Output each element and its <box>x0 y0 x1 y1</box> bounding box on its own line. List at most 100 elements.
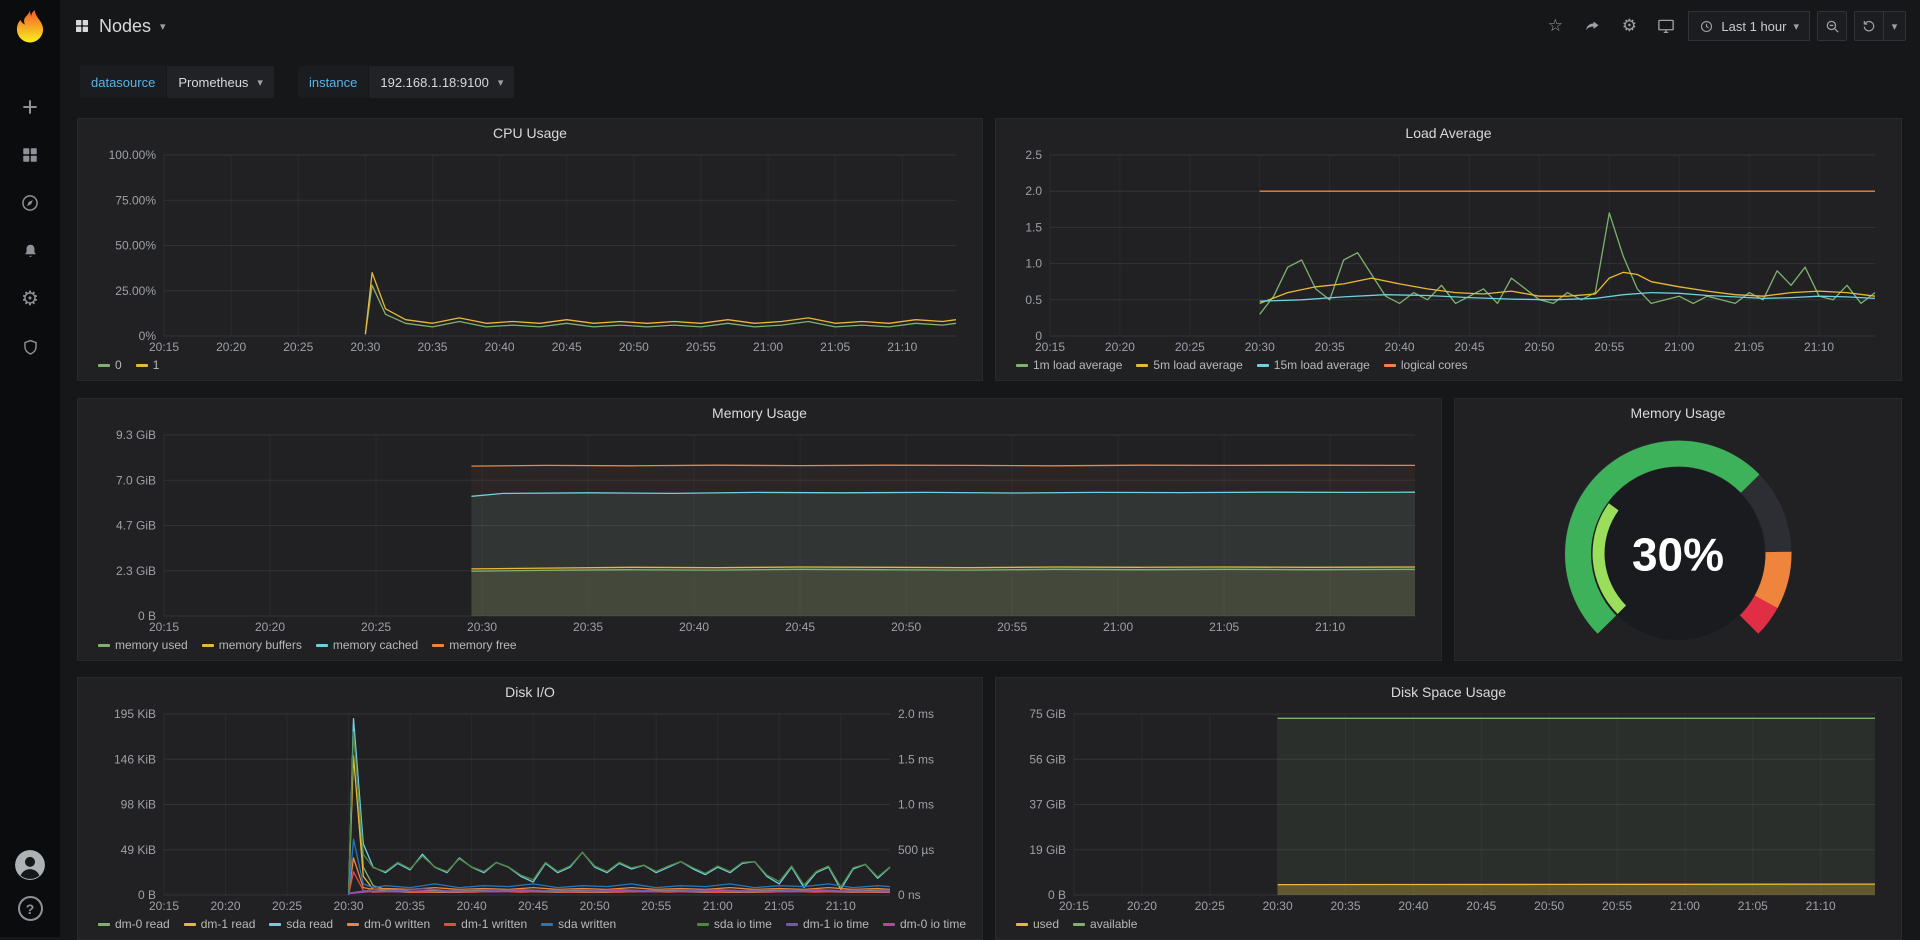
disk-io-chart[interactable]: 20:1520:2020:2520:3020:3520:4020:4520:50… <box>86 706 974 915</box>
svg-text:7.0 GiB: 7.0 GiB <box>116 473 156 487</box>
panel-title[interactable]: Disk I/O <box>86 678 974 706</box>
sidebar-item-dashboards[interactable] <box>19 144 41 166</box>
sidebar-item-alerting[interactable] <box>19 240 41 262</box>
refresh-interval-button[interactable]: ▾ <box>1884 11 1906 41</box>
variable-datasource-value[interactable]: Prometheus ▾ <box>167 66 274 98</box>
legend-item[interactable]: memory free <box>432 638 516 652</box>
legend-item[interactable]: sda written <box>541 917 616 931</box>
svg-text:21:10: 21:10 <box>887 340 917 354</box>
legend-series-label: available <box>1090 917 1137 931</box>
panel-title[interactable]: Memory Usage <box>86 399 1433 427</box>
variable-instance-value[interactable]: 192.168.1.18:9100 ▾ <box>369 66 514 98</box>
svg-text:20:25: 20:25 <box>1195 899 1225 913</box>
legend-item[interactable]: sda read <box>269 917 333 931</box>
sidebar-item-explore[interactable] <box>19 192 41 214</box>
svg-text:20:45: 20:45 <box>1454 340 1484 354</box>
legend-series-color <box>184 923 196 926</box>
disk-space-chart[interactable]: 20:1520:2020:2520:3020:3520:4020:4520:50… <box>1004 706 1893 915</box>
legend-item[interactable]: dm-1 io time <box>786 917 869 931</box>
star-button[interactable]: ☆ <box>1540 11 1570 41</box>
svg-text:19 GiB: 19 GiB <box>1029 843 1066 857</box>
grafana-flame-icon <box>11 8 49 46</box>
svg-text:1.0: 1.0 <box>1025 257 1042 271</box>
legend-item[interactable]: dm-1 written <box>444 917 527 931</box>
dashboard-settings-button[interactable]: ⚙ <box>1614 11 1644 41</box>
time-picker-button[interactable]: Last 1 hour ▾ <box>1688 11 1810 41</box>
legend-item[interactable]: used <box>1016 917 1059 931</box>
legend-item[interactable]: 5m load average <box>1136 358 1242 372</box>
legend-series-color <box>1257 364 1269 367</box>
svg-text:20:55: 20:55 <box>1594 340 1624 354</box>
svg-text:21:00: 21:00 <box>703 899 733 913</box>
legend-series-label: dm-0 written <box>364 917 430 931</box>
cycle-view-button[interactable] <box>1651 11 1681 41</box>
svg-text:20:55: 20:55 <box>997 620 1027 634</box>
svg-text:0.5: 0.5 <box>1025 293 1042 307</box>
sidebar-item-configuration[interactable]: ⚙ <box>19 288 41 310</box>
svg-text:20:45: 20:45 <box>552 340 582 354</box>
memory-usage-chart[interactable]: 20:1520:2020:2520:3020:3520:4020:4520:50… <box>86 427 1433 636</box>
svg-text:20:40: 20:40 <box>1385 340 1415 354</box>
svg-text:20:25: 20:25 <box>361 620 391 634</box>
dashboard-grid-icon <box>74 18 90 34</box>
cpu-usage-chart[interactable]: 20:1520:2020:2520:3020:3520:4020:4520:50… <box>86 147 974 356</box>
template-variables: datasource Prometheus ▾ instance 192.168… <box>80 66 514 98</box>
svg-text:20:40: 20:40 <box>457 899 487 913</box>
svg-text:500 µs: 500 µs <box>898 843 934 857</box>
svg-text:20:35: 20:35 <box>395 899 425 913</box>
variable-instance-label: instance <box>298 66 368 98</box>
share-icon <box>1584 18 1601 35</box>
panel-title[interactable]: Disk Space Usage <box>1004 678 1893 706</box>
legend-item[interactable]: dm-0 read <box>98 917 170 931</box>
legend-series-color <box>316 644 328 647</box>
sidebar-item-create[interactable] <box>19 96 41 118</box>
legend-series-color <box>98 644 110 647</box>
panel-title[interactable]: Memory Usage <box>1463 399 1893 427</box>
help-button[interactable]: ? <box>18 896 43 921</box>
legend-item[interactable]: 15m load average <box>1257 358 1370 372</box>
zoom-out-button[interactable] <box>1817 11 1847 41</box>
load-average-chart[interactable]: 20:1520:2020:2520:3020:3520:4020:4520:50… <box>1004 147 1893 356</box>
legend-item[interactable]: dm-1 read <box>184 917 256 931</box>
clock-icon <box>1699 19 1714 34</box>
svg-text:1.5 ms: 1.5 ms <box>898 752 934 766</box>
memory-usage-gauge[interactable]: 30% <box>1463 427 1893 660</box>
navbar: Nodes ▾ ☆ ⚙ Last 1 hour ▾ ▾ <box>60 0 1920 52</box>
dashboard-title-button[interactable]: Nodes ▾ <box>74 16 166 37</box>
legend-item[interactable]: memory used <box>98 638 188 652</box>
svg-text:20:20: 20:20 <box>255 620 285 634</box>
refresh-button[interactable] <box>1854 11 1884 41</box>
legend-series-label: memory cached <box>333 638 418 652</box>
refresh-button-group: ▾ <box>1854 11 1906 41</box>
chevron-down-icon: ▾ <box>1793 20 1799 33</box>
svg-text:20:40: 20:40 <box>485 340 515 354</box>
legend-item[interactable]: logical cores <box>1384 358 1468 372</box>
legend-item[interactable]: 0 <box>98 358 122 372</box>
disk-io-legend: dm-0 read dm-1 read sda read dm-0 written dm… <box>86 915 974 939</box>
legend-series-label: dm-1 io time <box>803 917 869 931</box>
legend-item[interactable]: dm-0 written <box>347 917 430 931</box>
legend-item[interactable]: dm-0 io time <box>883 917 966 931</box>
legend-item[interactable]: sda io time <box>697 917 772 931</box>
legend-item[interactable]: 1m load average <box>1016 358 1122 372</box>
sidebar: ⚙ ? <box>0 0 60 937</box>
panel-title[interactable]: Load Average <box>1004 119 1893 147</box>
svg-text:20:50: 20:50 <box>580 899 610 913</box>
svg-text:21:00: 21:00 <box>1103 620 1133 634</box>
svg-text:2.0 ms: 2.0 ms <box>898 707 934 721</box>
svg-text:20:55: 20:55 <box>1602 899 1632 913</box>
legend-item[interactable]: memory buffers <box>202 638 302 652</box>
legend-series-color <box>136 364 148 367</box>
memory-usage-legend: memory used memory buffers memory cached me… <box>86 636 1433 660</box>
legend-item[interactable]: 1 <box>136 358 160 372</box>
datasource-selected-value: Prometheus <box>178 75 248 90</box>
grafana-logo[interactable] <box>11 8 49 46</box>
share-button[interactable] <box>1577 11 1607 41</box>
user-avatar[interactable] <box>15 850 45 880</box>
legend-item[interactable]: memory cached <box>316 638 418 652</box>
sidebar-item-server-admin[interactable] <box>19 336 41 358</box>
variable-datasource: datasource Prometheus ▾ <box>80 66 274 98</box>
svg-text:20:40: 20:40 <box>1398 899 1428 913</box>
legend-item[interactable]: available <box>1073 917 1137 931</box>
panel-title[interactable]: CPU Usage <box>86 119 974 147</box>
